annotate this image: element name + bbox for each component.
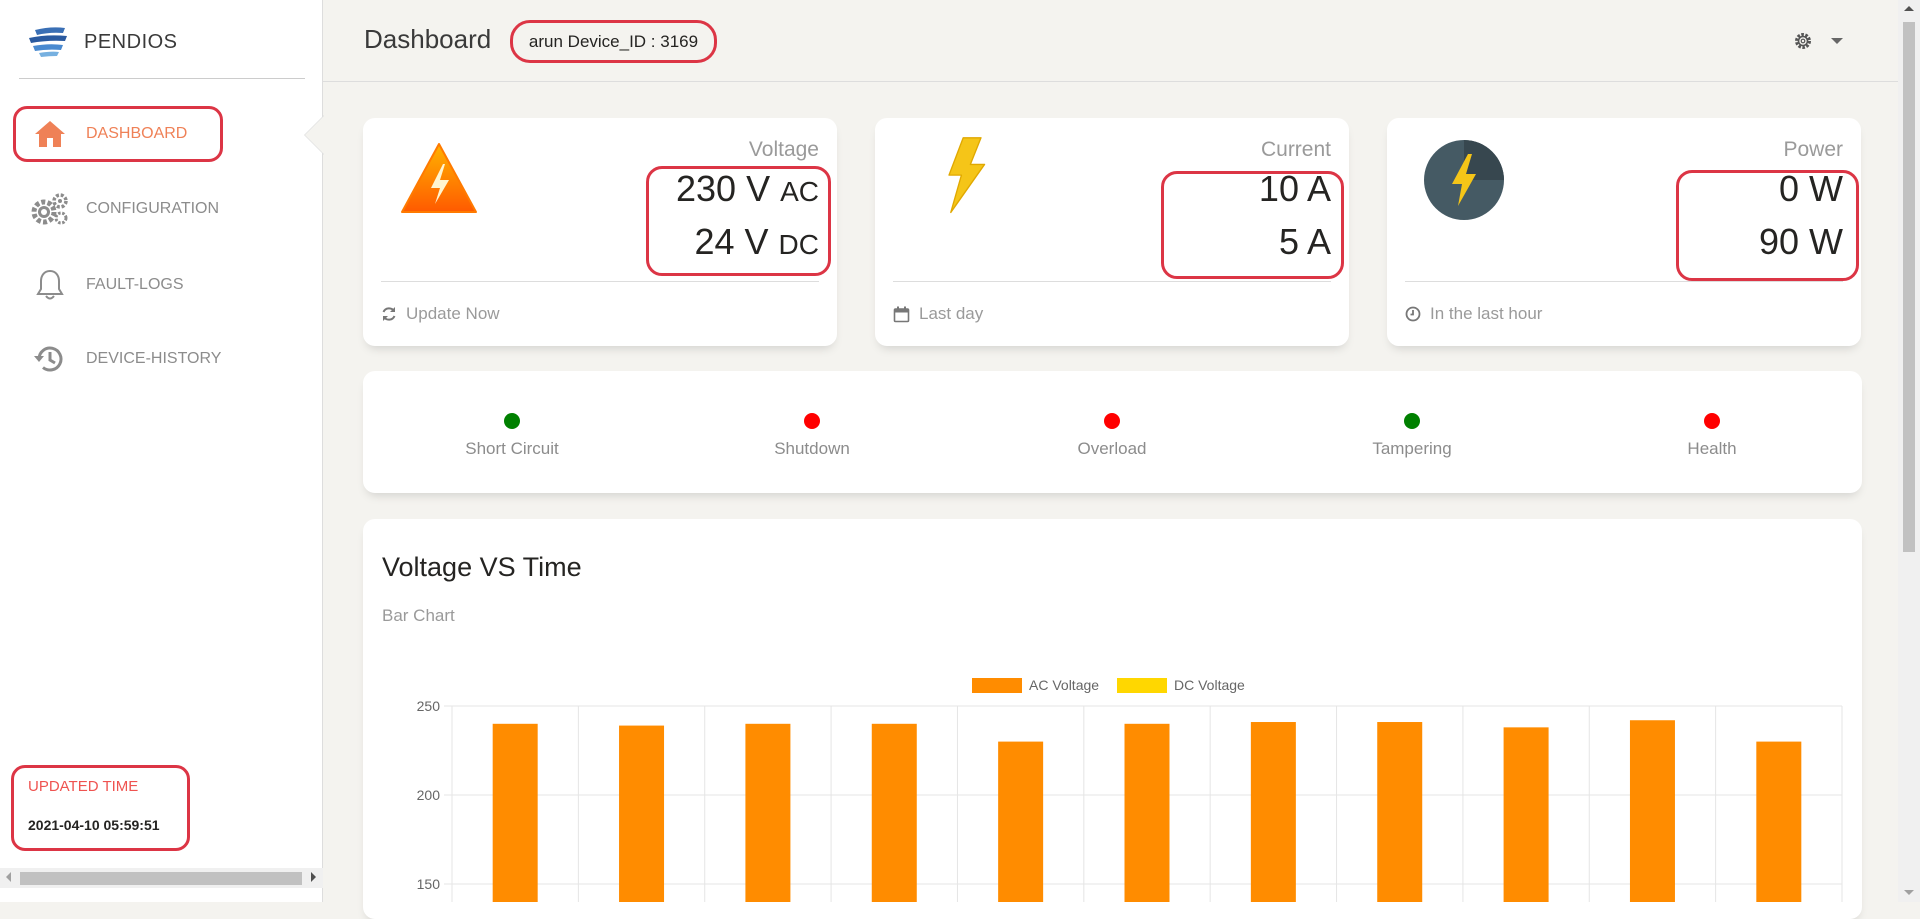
sidebar-item-label: FAULT-LOGS xyxy=(86,276,184,293)
pendios-logo-icon xyxy=(29,27,67,57)
status-dot xyxy=(1704,413,1720,429)
y-tick-label: 250 xyxy=(417,698,441,714)
updated-time-value: 2021-04-10 05:59:51 xyxy=(28,817,160,833)
stat-card-voltage: Voltage 230 V AC 24 V DC Update Now xyxy=(363,118,837,346)
bell-icon xyxy=(30,265,70,305)
sidebar-item-configuration[interactable]: CONFIGURATION xyxy=(30,189,219,229)
bar-ac-voltage xyxy=(998,741,1044,902)
gear-icon[interactable] xyxy=(1793,31,1813,51)
device-id-badge: arun Device_ID : 3169 xyxy=(510,20,717,63)
status-label: Shutdown xyxy=(774,439,850,458)
bar-ac-voltage xyxy=(1503,727,1549,902)
status-short-circuit: Short Circuit xyxy=(412,413,612,459)
stat-footer-last-hour: In the last hour xyxy=(1405,304,1542,324)
logo-divider xyxy=(19,78,305,79)
lightning-bolt-icon xyxy=(948,137,986,214)
stat-divider xyxy=(381,281,819,282)
bar-ac-voltage xyxy=(871,723,917,902)
chevron-down-icon[interactable] xyxy=(1831,38,1843,44)
bar-ac-voltage xyxy=(1756,741,1802,902)
clock-icon xyxy=(1405,306,1421,322)
sidebar-item-label: DEVICE-HISTORY xyxy=(86,350,222,367)
stat-title: Power xyxy=(1783,138,1843,161)
stat-footer-last-day: Last day xyxy=(893,304,983,324)
active-caret xyxy=(305,116,324,154)
bar-ac-voltage xyxy=(1377,722,1423,902)
legend-label: DC Voltage xyxy=(1174,677,1245,693)
updated-time-label: UPDATED TIME xyxy=(28,778,139,795)
status-label: Short Circuit xyxy=(465,439,559,458)
refresh-icon xyxy=(382,307,396,321)
sidebar-item-label: CONFIGURATION xyxy=(86,200,220,217)
top-navbar: Dashboard arun Device_ID : 3169 xyxy=(323,0,1898,82)
sidebar-item-dashboard[interactable]: DASHBOARD xyxy=(30,114,187,154)
scroll-up-arrow-icon[interactable] xyxy=(1904,6,1914,11)
sidebar-item-label: DASHBOARD xyxy=(86,125,188,142)
stat-footer-label: In the last hour xyxy=(1430,304,1543,323)
status-dot xyxy=(1404,413,1420,429)
home-icon xyxy=(30,114,70,154)
sidebar-item-device-history[interactable]: DEVICE-HISTORY xyxy=(30,339,221,379)
status-overload: Overload xyxy=(1012,413,1212,459)
legend-swatch xyxy=(972,678,1022,693)
page-title: Dashboard xyxy=(364,24,492,54)
status-health: Health xyxy=(1612,413,1812,459)
y-tick-label: 150 xyxy=(417,876,441,892)
horizontal-scroll-thumb[interactable] xyxy=(20,872,302,885)
stat-highlight xyxy=(646,166,831,276)
brand-name: PENDIOS xyxy=(84,30,178,53)
gears-icon xyxy=(30,189,70,229)
stat-divider xyxy=(893,281,1331,282)
bar-ac-voltage xyxy=(619,725,665,902)
stat-divider xyxy=(1405,281,1843,282)
status-dot xyxy=(504,413,520,429)
vertical-scroll-thumb[interactable] xyxy=(1903,22,1915,552)
status-label: Health xyxy=(1687,439,1737,458)
stat-footer-label: Last day xyxy=(919,304,984,323)
stat-highlight xyxy=(1161,171,1344,279)
scroll-right-arrow-icon[interactable] xyxy=(311,872,316,882)
sidebar: PENDIOS DASHBOARD CONFIGURATION FAULT-LO… xyxy=(0,0,323,902)
sidebar-item-fault-logs[interactable]: FAULT-LOGS xyxy=(30,265,184,305)
horizontal-scrollbar[interactable] xyxy=(0,868,323,888)
status-tampering: Tampering xyxy=(1312,413,1512,459)
history-icon xyxy=(30,339,70,379)
vertical-scrollbar[interactable] xyxy=(1898,0,1920,902)
calendar-icon xyxy=(893,306,910,322)
status-indicators-card: Short Circuit Shutdown Overload Tamperin… xyxy=(363,371,1862,493)
y-tick-label: 200 xyxy=(417,787,441,803)
stat-card-current: Current 10 A 5 A Last day xyxy=(875,118,1349,346)
status-dot xyxy=(1104,413,1120,429)
voltage-chart-card: Voltage VS Time Bar Chart 150 200 250 AC Vo… xyxy=(363,519,1862,919)
scroll-down-arrow-icon[interactable] xyxy=(1904,890,1914,895)
stat-footer-update-now[interactable]: Update Now xyxy=(381,304,500,324)
legend-label: AC Voltage xyxy=(1029,677,1099,693)
stat-highlight xyxy=(1676,170,1859,281)
stat-card-power: Power 0 W 90 W In the last hour xyxy=(1387,118,1861,346)
scroll-left-arrow-icon[interactable] xyxy=(6,872,11,882)
status-label: Tampering xyxy=(1372,439,1452,458)
stat-title: Voltage xyxy=(748,138,819,161)
stat-title: Current xyxy=(1260,138,1331,161)
legend-swatch xyxy=(1117,678,1167,693)
bar-ac-voltage xyxy=(492,723,538,902)
status-dot xyxy=(804,413,820,429)
power-circle-icon xyxy=(1424,140,1504,220)
status-label: Overload xyxy=(1077,439,1147,458)
warning-bolt-icon xyxy=(401,143,477,213)
status-shutdown: Shutdown xyxy=(712,413,912,459)
bar-ac-voltage xyxy=(745,723,791,902)
brand-logo[interactable]: PENDIOS xyxy=(27,24,178,60)
bar-ac-voltage xyxy=(1250,722,1296,902)
bar-ac-voltage xyxy=(1629,720,1675,902)
bar-ac-voltage xyxy=(1124,723,1170,902)
stat-footer-label: Update Now xyxy=(406,304,500,323)
voltage-bar-chart: 150 200 250 AC Voltage DC Voltage xyxy=(417,677,1843,902)
